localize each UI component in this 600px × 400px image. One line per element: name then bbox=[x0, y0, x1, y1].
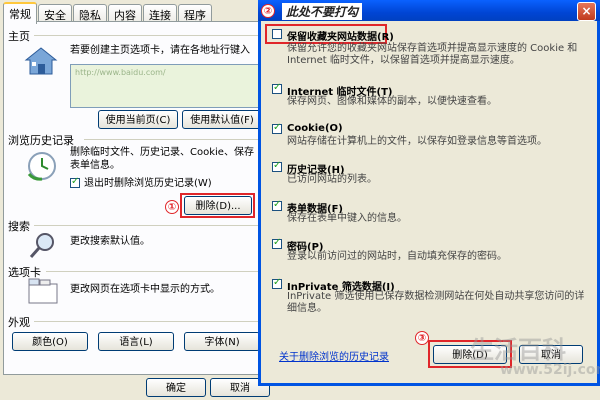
internet-options-window: 常规 安全 隐私 内容 连接 程序 主页 若要创建主页选项卡，请在各地址行键入 … bbox=[0, 0, 272, 400]
magnifier-icon bbox=[29, 233, 54, 258]
preserve-favorites-checkbox[interactable] bbox=[272, 29, 282, 39]
passwords-desc: 登录以前访问过的网站时，自动填充保存的密码。 bbox=[287, 251, 507, 262]
about-delete-history-link[interactable]: 关于删除浏览的历史记录 bbox=[279, 348, 389, 363]
close-button[interactable]: × bbox=[577, 2, 596, 21]
history-desc-1: 删除临时文件、历史记录、Cookie、保存 bbox=[70, 147, 254, 158]
divider bbox=[84, 139, 264, 140]
highlight-box-1 bbox=[180, 193, 255, 218]
dialog-titlebar: ② 此处不要打勾 × bbox=[258, 0, 600, 21]
divider bbox=[46, 271, 264, 272]
languages-button[interactable]: 语言(L) bbox=[98, 332, 174, 351]
tabs-icon bbox=[28, 278, 58, 304]
temp-files-checkbox[interactable] bbox=[272, 82, 282, 94]
general-panel: 主页 若要创建主页选项卡，请在各地址行键入 http://www.baidu.c… bbox=[3, 21, 271, 375]
history-desc-2: 表单信息。 bbox=[70, 160, 120, 171]
cookies-checkbox[interactable] bbox=[272, 122, 282, 134]
dialog-title: 此处不要打勾 bbox=[282, 3, 363, 20]
inprivate-checkbox[interactable] bbox=[272, 277, 282, 289]
step-marker-1: ① bbox=[165, 200, 179, 214]
colors-button[interactable]: 颜色(O) bbox=[12, 332, 88, 351]
form-data-desc: 保存在表单中键入的信息。 bbox=[287, 213, 407, 224]
dialog-body: 保留收藏夹网站数据(R) 保留允许您的收藏夹网站保存首选项并提高显示速度的 Co… bbox=[261, 21, 597, 383]
exit-delete-checkbox[interactable] bbox=[70, 176, 80, 188]
home-url-text: http://www.baidu.com/ bbox=[75, 68, 166, 77]
divider bbox=[34, 321, 264, 322]
form-data-checkbox[interactable] bbox=[272, 199, 282, 211]
search-section-title: 搜索 bbox=[8, 220, 30, 233]
appearance-section-title: 外观 bbox=[8, 316, 30, 329]
tab-strip: 常规 安全 隐私 内容 连接 程序 bbox=[3, 2, 213, 24]
home-url-input[interactable]: http://www.baidu.com/ bbox=[70, 64, 266, 108]
use-default-button[interactable]: 使用默认值(F) bbox=[182, 110, 262, 129]
step-marker-2: ② bbox=[261, 4, 275, 18]
cookies-label: Cookie(O) bbox=[287, 123, 343, 134]
divider bbox=[34, 35, 264, 36]
preserve-favorites-label: 保留收藏夹网站数据(R) bbox=[287, 32, 394, 43]
use-current-button[interactable]: 使用当前页(C) bbox=[98, 110, 178, 129]
step-marker-3: ③ bbox=[415, 331, 429, 345]
history-checkbox[interactable] bbox=[272, 160, 282, 172]
home-desc: 若要创建主页选项卡，请在各地址行键入 bbox=[70, 45, 250, 56]
preserve-favorites-desc: 保留允许您的收藏夹网站保存首选项并提高显示速度的 Cookie 和 Intern… bbox=[287, 43, 578, 66]
watermark-site: www.52ij.com bbox=[500, 362, 600, 378]
passwords-checkbox[interactable] bbox=[272, 237, 282, 249]
fonts-button[interactable]: 字体(N) bbox=[184, 332, 260, 351]
ok-button[interactable]: 确定 bbox=[146, 378, 206, 397]
inprivate-desc: InPrivate 筛选使用已保存数据检测网站在何处自动共享您访问的详细信息。 bbox=[287, 291, 585, 314]
temp-files-desc: 保存网页、图像和媒体的副本，以便快速查看。 bbox=[287, 96, 497, 107]
history-section-title: 浏览历史记录 bbox=[8, 134, 74, 147]
exit-delete-label: 退出时删除浏览历史记录(W) bbox=[84, 178, 212, 189]
search-desc: 更改搜索默认值。 bbox=[70, 236, 150, 247]
cookies-desc: 网站存储在计算机上的文件，以保存如登录信息等首选项。 bbox=[287, 136, 547, 147]
history-clock-icon bbox=[27, 152, 56, 181]
delete-history-dialog: ② 此处不要打勾 × 保留收藏夹网站数据(R) 保留允许您的收藏夹网站保存首选项… bbox=[258, 0, 600, 386]
home-section-title: 主页 bbox=[8, 30, 30, 43]
tab-general[interactable]: 常规 bbox=[3, 2, 37, 24]
history-item-desc: 已访问网站的列表。 bbox=[287, 174, 377, 185]
divider bbox=[34, 225, 264, 226]
watermark-brand: 生活百科 bbox=[470, 336, 566, 364]
tabs-desc: 更改网页在选项卡中显示的方式。 bbox=[70, 284, 220, 295]
house-icon bbox=[24, 47, 58, 75]
